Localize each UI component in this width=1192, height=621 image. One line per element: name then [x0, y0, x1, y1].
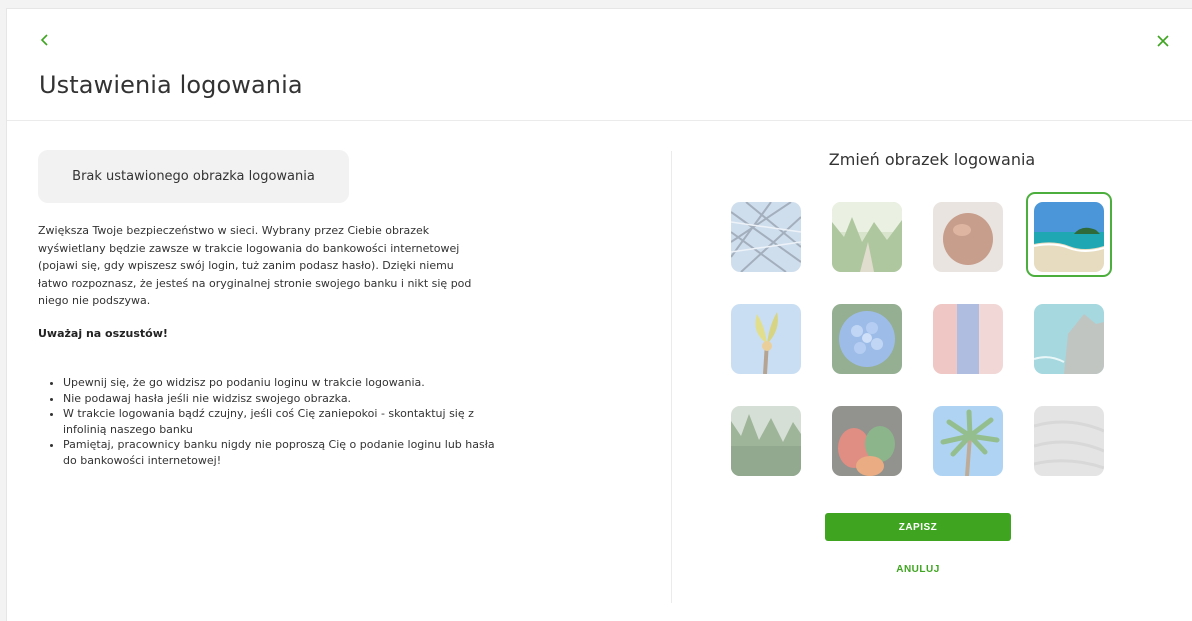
image-picker-title: Zmień obrazek logowania: [828, 150, 1036, 169]
image-option-glass-roof[interactable]: [731, 202, 801, 272]
list-item: W trakcie logowania bądź czujny, jeśli c…: [63, 406, 503, 437]
no-image-label: Brak ustawionego obrazka logowania: [72, 169, 315, 184]
back-button[interactable]: [38, 31, 52, 49]
page-title: Ustawienia logowania: [39, 71, 303, 99]
header-divider: [7, 120, 1192, 121]
close-icon: [1157, 35, 1169, 47]
settings-panel: Ustawienia logowania Brak ustawionego ob…: [6, 8, 1192, 621]
image-option-palm-tree[interactable]: [933, 406, 1003, 476]
image-option-misty-forest[interactable]: [731, 406, 801, 476]
image-option-flower-bud[interactable]: [731, 304, 801, 374]
image-option-sand-texture[interactable]: [1034, 406, 1104, 476]
image-option-sea-rocks[interactable]: [1034, 304, 1104, 374]
cancel-button[interactable]: ANULUJ: [867, 560, 969, 578]
list-item: Nie podawaj hasła jeśli nie widzisz swoj…: [63, 391, 503, 407]
chevron-left-icon: [40, 34, 48, 46]
image-option-chestnut[interactable]: [933, 202, 1003, 272]
image-option-hydrangea[interactable]: [832, 304, 902, 374]
fraud-warning-heading: Uważaj na oszustów!: [38, 327, 168, 340]
image-option-peppers[interactable]: [832, 406, 902, 476]
list-item: Pamiętaj, pracownicy banku nigdy nie pop…: [63, 437, 503, 468]
image-option-colored-stripes[interactable]: [933, 304, 1003, 374]
description-text: Zwiększa Twoje bezpieczeństwo w sieci. W…: [38, 224, 472, 307]
image-option-forest-path[interactable]: [832, 202, 902, 272]
close-button[interactable]: [1155, 33, 1171, 49]
column-divider: [671, 151, 672, 603]
security-tips-list: Upewnij się, że go widzisz po podaniu lo…: [38, 375, 503, 468]
image-option-beach[interactable]: [1034, 202, 1104, 272]
list-item: Upewnij się, że go widzisz po podaniu lo…: [63, 375, 503, 391]
save-button[interactable]: ZAPISZ: [825, 513, 1011, 541]
current-image-placeholder: Brak ustawionego obrazka logowania: [38, 150, 349, 203]
